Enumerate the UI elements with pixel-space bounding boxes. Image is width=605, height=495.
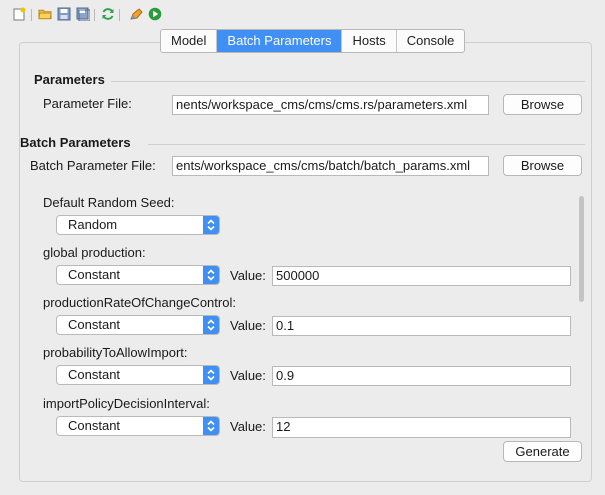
batch-parameter-file-field[interactable]: ents/workspace_cms/cms/batch/batch_param… (172, 156, 489, 176)
param-distribution-select[interactable]: Constant (56, 416, 220, 436)
updown-arrow-icon (203, 266, 219, 284)
toolbar-separator (119, 9, 120, 21)
updown-arrow-icon (203, 366, 219, 384)
param-distribution-value: Constant (68, 418, 121, 433)
new-icon[interactable] (12, 7, 26, 21)
refresh-icon[interactable] (101, 7, 115, 21)
scrollbar-thumb[interactable] (579, 196, 584, 302)
section-divider (148, 144, 585, 145)
save-icon[interactable] (57, 7, 71, 21)
param-label-global-production: global production: (43, 245, 146, 260)
param-distribution-select[interactable]: Constant (56, 365, 220, 385)
open-folder-icon[interactable] (38, 7, 52, 21)
parameter-file-field[interactable]: nents/workspace_cms/cms/cms.rs/parameter… (172, 95, 489, 115)
toolbar-separator (31, 9, 32, 21)
updown-arrow-icon (203, 216, 219, 234)
param-value-field[interactable]: 0.9 (272, 366, 571, 386)
param-value-label: Value: (230, 419, 266, 434)
param-distribution-select[interactable]: Constant (56, 315, 220, 335)
param-value-label: Value: (230, 268, 266, 283)
batch-browse-button[interactable]: Browse (503, 155, 582, 176)
run-icon[interactable] (148, 7, 162, 21)
section-divider (111, 81, 585, 82)
parameter-file-label: Parameter File: (43, 96, 132, 111)
param-label-import-policy-decision-interval: importPolicyDecisionInterval: (43, 396, 210, 411)
random-seed-select-value: Random (68, 217, 118, 232)
param-distribution-value: Constant (68, 317, 121, 332)
param-label-production-rate-of-change-control: productionRateOfChangeControl: (43, 295, 236, 310)
parameter-browse-button[interactable]: Browse (503, 94, 582, 115)
param-value-label: Value: (230, 318, 266, 333)
edit-icon[interactable] (129, 7, 143, 21)
updown-arrow-icon (203, 417, 219, 435)
param-value-label: Value: (230, 368, 266, 383)
tab-console[interactable]: Console (397, 30, 465, 52)
updown-arrow-icon (203, 316, 219, 334)
parameters-scrollbar[interactable] (576, 190, 587, 440)
param-distribution-value: Constant (68, 267, 121, 282)
toolbar-separator (94, 9, 95, 21)
parameters-section-title: Parameters (34, 72, 105, 87)
batch-parameter-file-label: Batch Parameter File: (30, 158, 156, 173)
generate-button[interactable]: Generate (503, 441, 582, 462)
param-value-field[interactable]: 500000 (272, 266, 571, 286)
tab-batch-parameters[interactable]: Batch Parameters (217, 30, 343, 52)
param-value-field[interactable]: 12 (272, 417, 571, 438)
param-distribution-select[interactable]: Constant (56, 265, 220, 285)
tab-bar: Model Batch Parameters Hosts Console (160, 29, 466, 53)
tab-model[interactable]: Model (161, 30, 218, 52)
save-all-icon[interactable] (76, 7, 90, 21)
batch-parameters-section-title: Batch Parameters (20, 135, 131, 150)
param-label-probability-to-allow-import: probabilityToAllowImport: (43, 345, 188, 360)
tab-hosts[interactable]: Hosts (342, 30, 397, 52)
random-seed-select[interactable]: Random (56, 215, 220, 235)
default-random-seed-label: Default Random Seed: (43, 195, 175, 210)
toolbar (0, 0, 605, 26)
param-value-field[interactable]: 0.1 (272, 316, 571, 336)
param-distribution-value: Constant (68, 367, 121, 382)
